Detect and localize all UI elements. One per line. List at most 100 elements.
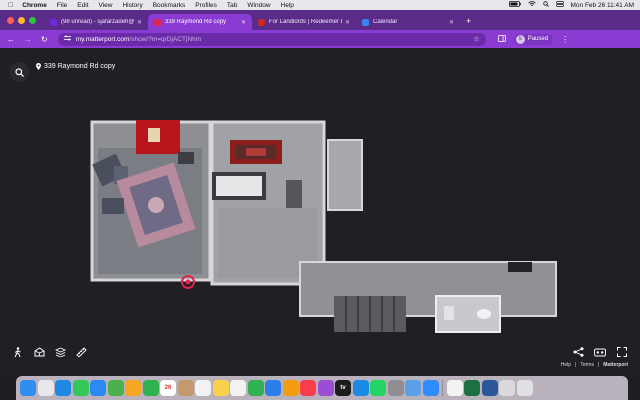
tab-matterport[interactable]: 339 Raymond Rd copy ✕ (148, 14, 252, 30)
doorway-frame (286, 180, 302, 208)
music-icon[interactable] (300, 380, 316, 396)
photos-icon[interactable] (125, 380, 141, 396)
address-bar[interactable]: my.matterport.com/show/?m=qrDjACTjNhm ☆ (57, 32, 486, 46)
viewer-share-controls (572, 346, 628, 358)
preview-icon[interactable] (405, 380, 421, 396)
tab-close-icon[interactable]: ✕ (241, 19, 246, 26)
menubar-clock[interactable]: Mon Feb 26 11:41 AM (571, 2, 634, 9)
side-panel-icon[interactable] (497, 34, 506, 44)
more-menu-icon[interactable]: ⋮ (561, 35, 569, 44)
bookmark-star-icon[interactable]: ☆ (473, 35, 479, 43)
tab-calendar[interactable]: Calendar ✕ (356, 14, 460, 30)
finder-icon[interactable] (20, 380, 36, 396)
launchpad-icon[interactable] (37, 380, 54, 396)
terms-link[interactable]: Terms (580, 362, 594, 368)
menu-history[interactable]: History (122, 2, 142, 9)
chrome-icon[interactable] (230, 380, 246, 396)
dollhouse-view-icon[interactable] (33, 346, 45, 358)
tab-title: 339 Raymond Rd copy (165, 19, 227, 25)
calendar-icon[interactable]: 26 (160, 380, 176, 396)
numbers-icon[interactable] (247, 380, 264, 396)
share-icon[interactable] (572, 346, 584, 358)
safari-icon[interactable] (55, 380, 71, 396)
zoom-icon[interactable] (422, 380, 439, 396)
url-path: /show/?m=qrDjACTjNhm (129, 35, 202, 43)
site-info-icon[interactable] (63, 35, 71, 43)
macos-dock: 26 tv (16, 376, 628, 400)
battery-icon[interactable] (508, 1, 521, 9)
upper-right-room (327, 139, 363, 211)
menu-file[interactable]: File (57, 2, 67, 9)
menu-edit[interactable]: Edit (77, 2, 88, 9)
dollhouse-floorplan[interactable] (88, 118, 558, 340)
tab-title: (98 unread) - sjafarzadeh@... (61, 19, 134, 25)
apple-menu-icon[interactable]:  (8, 2, 13, 9)
keynote-icon[interactable] (265, 380, 281, 396)
persian-rug (230, 140, 282, 164)
tab-close-icon[interactable]: ✕ (449, 19, 454, 26)
drive-icon[interactable] (446, 380, 463, 396)
whatsapp-icon[interactable] (370, 380, 386, 396)
dark-cabinet (508, 262, 532, 272)
reload-icon[interactable]: ↻ (41, 35, 48, 44)
wifi-icon[interactable] (527, 1, 536, 9)
dock-separator (442, 380, 443, 396)
bathroom (435, 295, 501, 333)
close-window-button[interactable] (7, 17, 14, 24)
menu-profiles[interactable]: Profiles (195, 2, 217, 9)
tv-icon[interactable]: tv (335, 380, 351, 396)
menu-bookmarks[interactable]: Bookmarks (153, 2, 186, 9)
pages-icon[interactable] (282, 380, 299, 396)
fullscreen-icon[interactable] (616, 346, 628, 358)
staircase (334, 296, 406, 332)
menu-app-name[interactable]: Chrome (22, 2, 47, 9)
notes-icon[interactable] (212, 380, 229, 396)
menu-window[interactable]: Window (247, 2, 270, 9)
tab-close-icon[interactable]: ✕ (137, 19, 142, 26)
menu-view[interactable]: View (99, 2, 113, 9)
walk-mode-icon[interactable] (12, 346, 24, 358)
trash-icon[interactable] (516, 380, 533, 396)
tab-gmail[interactable]: (98 unread) - sjafarzadeh@... ✕ (44, 14, 148, 30)
search-button[interactable] (9, 62, 29, 82)
viewer-footer: Help | Terms | Matterport (561, 362, 628, 368)
tab-close-icon[interactable]: ✕ (345, 19, 350, 26)
app-store-icon[interactable] (352, 380, 369, 396)
reminders-icon[interactable] (195, 380, 211, 396)
new-tab-icon[interactable]: + (466, 16, 471, 26)
messages-icon[interactable] (72, 380, 89, 396)
tab-title: For Landlords | Redeemer Li... (269, 19, 342, 25)
system-settings-icon[interactable] (387, 380, 404, 396)
control-center-icon[interactable] (555, 1, 564, 9)
maps-icon[interactable] (107, 380, 124, 396)
profile-button[interactable]: S Paused (513, 33, 554, 45)
menu-tab[interactable]: Tab (227, 2, 237, 9)
excel-icon[interactable] (464, 380, 480, 396)
contacts-icon[interactable] (177, 380, 194, 396)
measure-tool-icon[interactable] (75, 346, 87, 358)
search-icon (14, 67, 24, 77)
mail-icon[interactable] (90, 380, 106, 396)
forward-arrow-icon[interactable]: → (24, 35, 32, 44)
matterport-viewer[interactable]: 339 Raymond Rd copy Help | Terms | Matte… (0, 48, 640, 376)
floor-selector-icon[interactable] (54, 346, 66, 358)
matterport-logo[interactable]: Matterport (603, 362, 628, 368)
place-title-text: 339 Raymond Rd copy (44, 63, 116, 70)
map-pin-icon (36, 63, 41, 70)
coffee-table (178, 152, 194, 164)
zoom-window-button[interactable] (29, 17, 36, 24)
facetime-icon[interactable] (142, 380, 159, 396)
word-icon[interactable] (481, 380, 498, 396)
podcasts-icon[interactable] (317, 380, 334, 396)
avatar: S (515, 34, 525, 44)
back-arrow-icon[interactable]: ← (7, 35, 15, 44)
help-link[interactable]: Help (561, 362, 571, 368)
minimize-window-button[interactable] (18, 17, 25, 24)
tab-favicon-icon (362, 18, 369, 26)
downloads-icon[interactable] (499, 380, 515, 396)
menu-help[interactable]: Help (281, 2, 294, 9)
tab-redeemer[interactable]: For Landlords | Redeemer Li... ✕ (252, 14, 356, 30)
vr-mode-icon[interactable] (594, 346, 606, 358)
tab-favicon-icon (50, 18, 57, 26)
spotlight-icon[interactable] (542, 1, 549, 9)
